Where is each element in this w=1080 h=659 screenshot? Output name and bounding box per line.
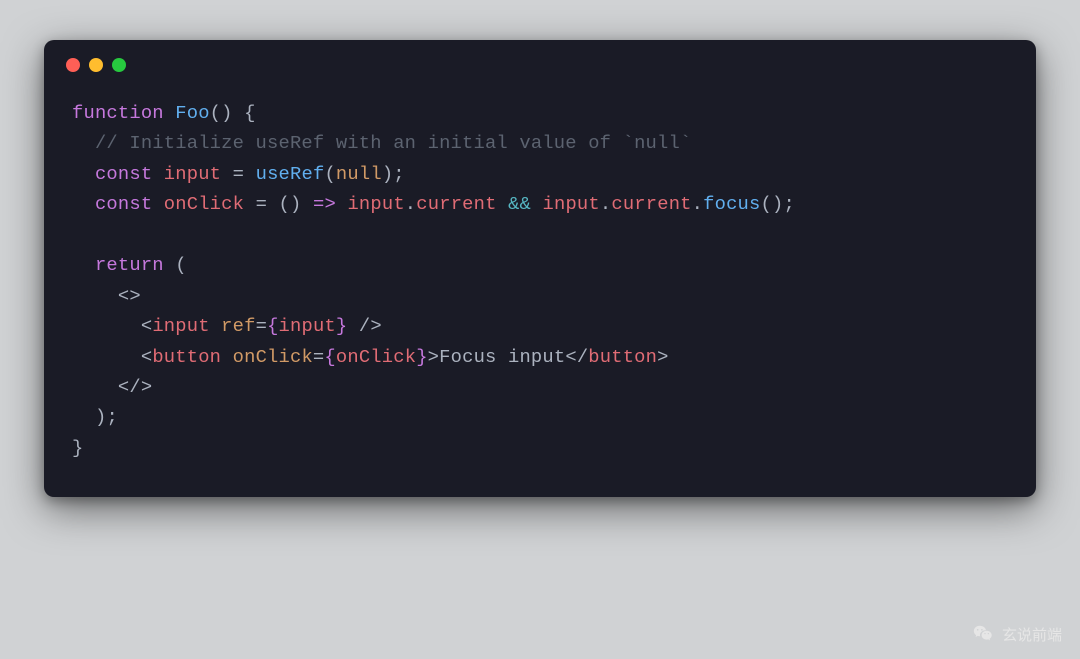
jsx-gt: >	[657, 346, 668, 368]
jsx-fragment-open: <	[118, 285, 129, 307]
identifier: input	[279, 315, 336, 337]
paren: (	[210, 102, 221, 124]
comment: // Initialize useRef with an initial val…	[95, 132, 691, 154]
jsx-lt: <	[141, 315, 152, 337]
jsx-fragment-open: >	[129, 285, 140, 307]
jsx-brace: {	[267, 315, 278, 337]
paren: )	[772, 193, 783, 215]
paren: )	[221, 102, 232, 124]
dot: .	[692, 193, 703, 215]
jsx-tag: button	[152, 346, 221, 368]
jsx-brace: }	[416, 346, 427, 368]
operator: =	[313, 346, 324, 368]
jsx-slash: /	[347, 315, 370, 337]
arrow: =>	[313, 193, 336, 215]
identifier: input	[543, 193, 600, 215]
operator: =	[256, 193, 267, 215]
dot: .	[405, 193, 416, 215]
operator: =	[233, 163, 244, 185]
watermark-label: 玄说前端	[1002, 624, 1062, 645]
jsx-gt: >	[370, 315, 381, 337]
close-icon[interactable]	[66, 58, 80, 72]
paren: (	[760, 193, 771, 215]
jsx-brace: {	[324, 346, 335, 368]
jsx-fragment-close: </	[118, 376, 141, 398]
property: current	[611, 193, 691, 215]
identifier: input	[164, 163, 221, 185]
identifier: input	[347, 193, 404, 215]
minimize-icon[interactable]	[89, 58, 103, 72]
keyword-const: const	[95, 163, 152, 185]
jsx-tag: button	[588, 346, 657, 368]
null-literal: null	[336, 163, 382, 185]
window-titlebar	[44, 40, 1036, 72]
property: current	[416, 193, 496, 215]
operator: =	[256, 315, 267, 337]
paren: (	[279, 193, 290, 215]
function-name: Foo	[175, 102, 209, 124]
brace: }	[72, 437, 83, 459]
dot: .	[600, 193, 611, 215]
code-block: function Foo() { // Initialize useRef wi…	[44, 72, 1036, 497]
maximize-icon[interactable]	[112, 58, 126, 72]
jsx-close-lt: </	[565, 346, 588, 368]
keyword-function: function	[72, 102, 164, 124]
wechat-icon	[972, 623, 994, 645]
jsx-brace: }	[336, 315, 347, 337]
semicolon: ;	[106, 406, 117, 428]
identifier: onClick	[164, 193, 244, 215]
jsx-tag: input	[152, 315, 209, 337]
paren: )	[382, 163, 393, 185]
watermark: 玄说前端	[972, 623, 1062, 645]
jsx-fragment-close: >	[141, 376, 152, 398]
paren: )	[290, 193, 301, 215]
brace: {	[244, 102, 255, 124]
paren: )	[95, 406, 106, 428]
identifier: onClick	[336, 346, 416, 368]
paren: (	[175, 254, 186, 276]
method: focus	[703, 193, 760, 215]
jsx-lt: <	[141, 346, 152, 368]
keyword-const: const	[95, 193, 152, 215]
semicolon: ;	[393, 163, 404, 185]
paren: (	[324, 163, 335, 185]
function-call: useRef	[256, 163, 325, 185]
jsx-gt: >	[428, 346, 439, 368]
jsx-text: Focus input	[439, 346, 565, 368]
jsx-attr: ref	[221, 315, 255, 337]
code-window: function Foo() { // Initialize useRef wi…	[44, 40, 1036, 497]
semicolon: ;	[783, 193, 794, 215]
logical-and: &&	[508, 193, 531, 215]
jsx-attr: onClick	[233, 346, 313, 368]
keyword-return: return	[95, 254, 164, 276]
